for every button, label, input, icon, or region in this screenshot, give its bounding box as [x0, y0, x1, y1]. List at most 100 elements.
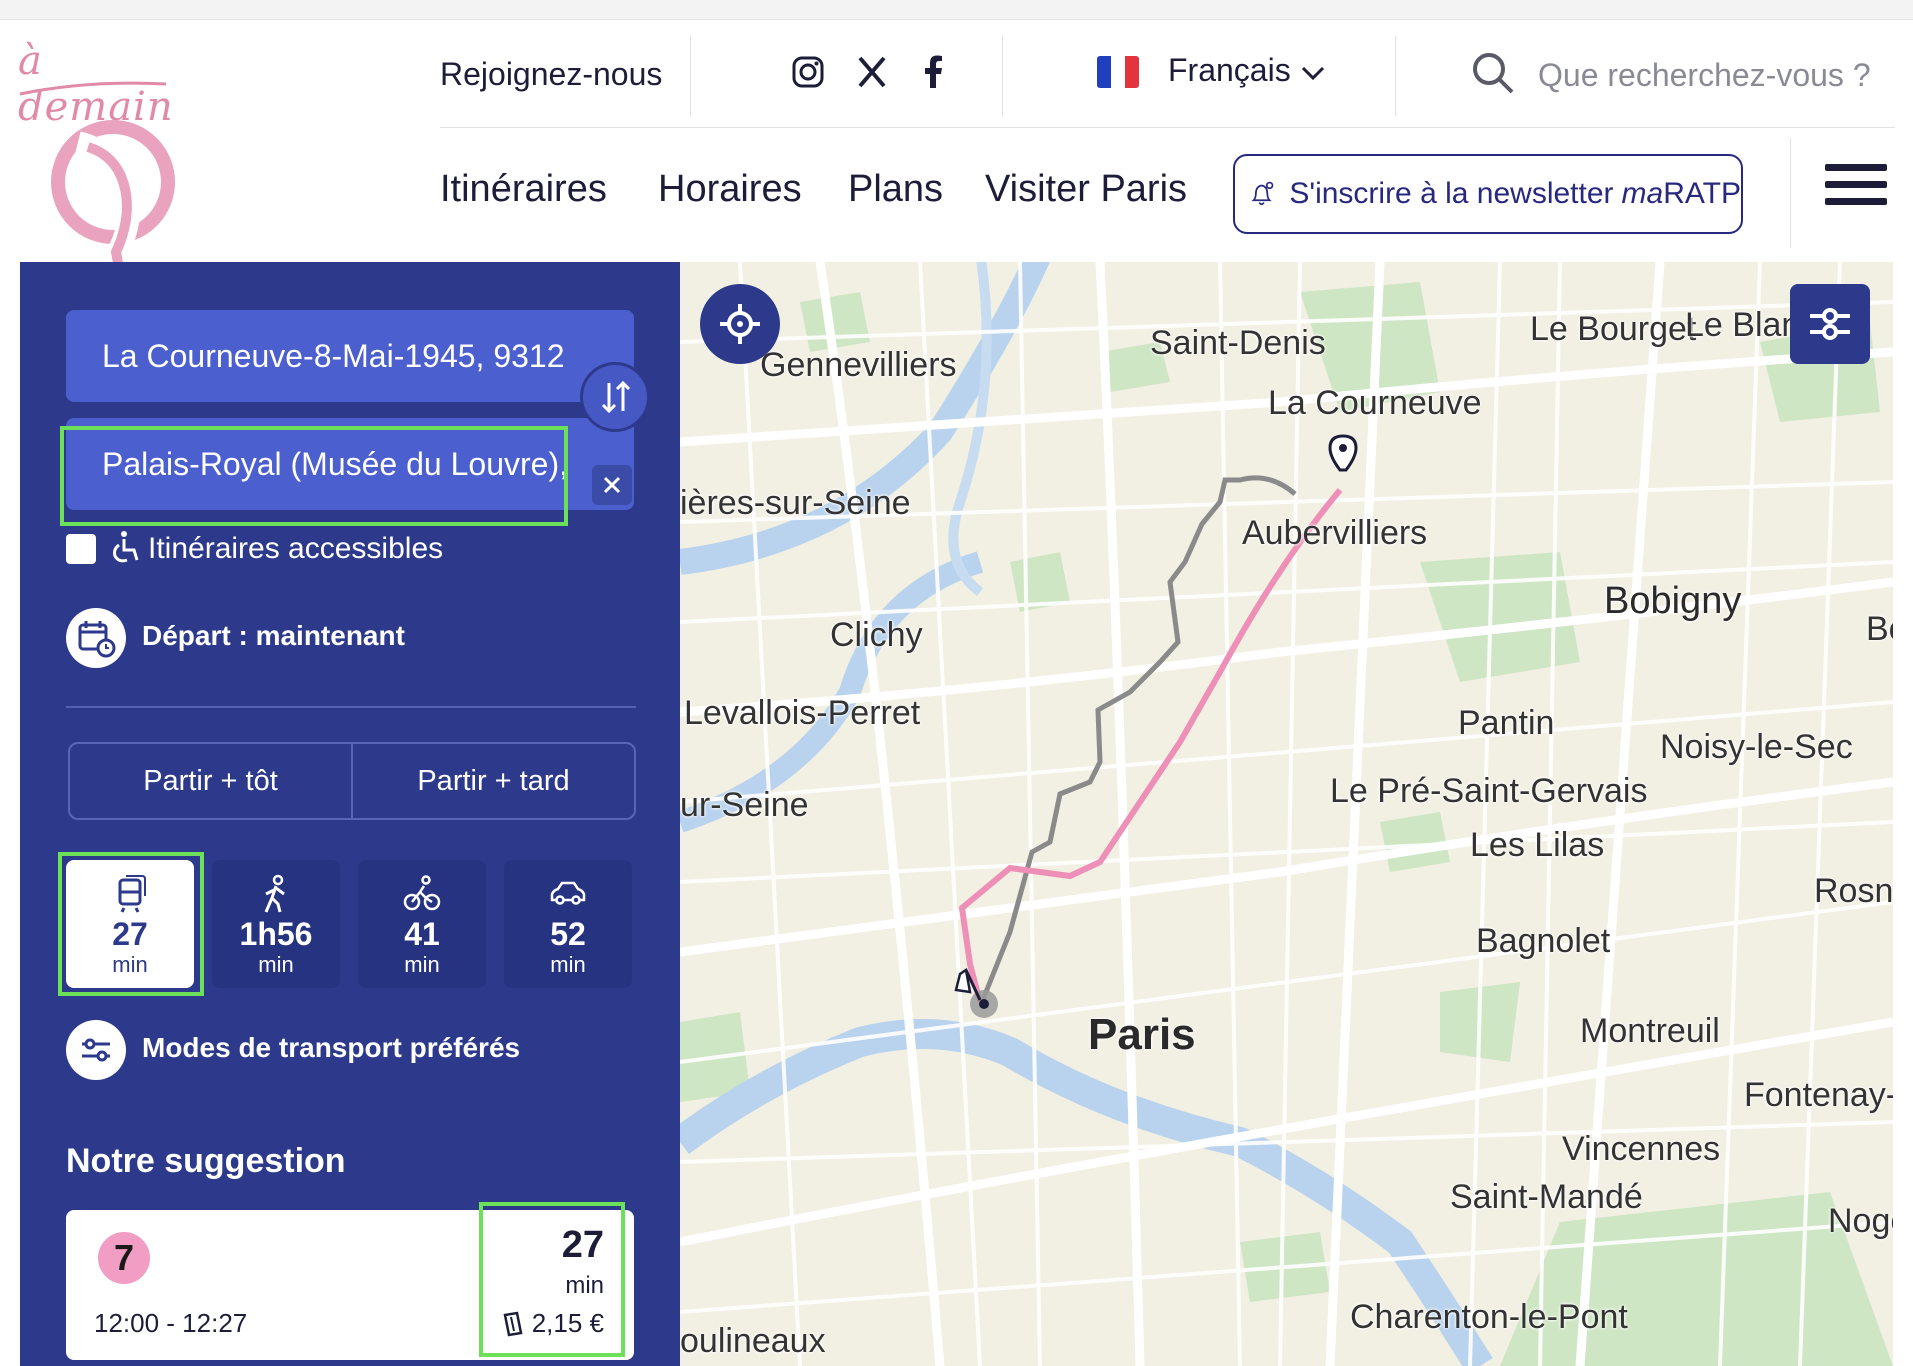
- car-icon: [550, 881, 586, 905]
- swap-button[interactable]: [580, 362, 650, 432]
- map[interactable]: Gennevilliers Saint-Denis Le Bourget Le …: [680, 262, 1893, 1366]
- nav-horaires[interactable]: Horaires: [658, 168, 802, 211]
- map-label: Bagnolet: [1476, 922, 1611, 960]
- browser-top-strip: [0, 0, 1913, 20]
- mode-car[interactable]: 52 min: [504, 860, 632, 988]
- nav-visiter-paris[interactable]: Visiter Paris: [985, 168, 1187, 211]
- separator: [1790, 138, 1791, 248]
- newsletter-label: S'inscrire à la newsletter: [1289, 177, 1614, 210]
- search-icon[interactable]: [1470, 50, 1516, 96]
- map-label: Pantin: [1458, 704, 1555, 742]
- map-label: Aubervilliers: [1242, 514, 1428, 552]
- map-label: Clichy: [830, 616, 923, 654]
- map-filter-button[interactable]: [1790, 284, 1870, 364]
- mode-bike-unit: min: [404, 952, 440, 977]
- map-label: ur-Seine: [680, 786, 809, 824]
- logo-swoosh-icon: [19, 81, 167, 96]
- leave-later-button[interactable]: Partir + tard: [351, 744, 634, 818]
- map-label: Bo: [1866, 610, 1893, 648]
- facebook-icon[interactable]: [912, 52, 952, 92]
- transit-icon: [118, 875, 146, 913]
- suggestion-title: Notre suggestion: [66, 1142, 346, 1180]
- separator: [1395, 36, 1396, 116]
- preferred-modes-button[interactable]: [66, 1020, 126, 1080]
- map-label: Vincennes: [1562, 1130, 1721, 1168]
- mode-transit[interactable]: 27 min: [66, 860, 194, 988]
- to-field[interactable]: Palais-Royal (Musée du Louvre),: [66, 418, 634, 510]
- clear-destination-button[interactable]: [592, 465, 632, 505]
- walk-icon: [264, 874, 285, 913]
- divider: [66, 706, 636, 708]
- map-label: Les Lilas: [1470, 826, 1605, 864]
- separator: [690, 36, 691, 116]
- from-field[interactable]: La Courneuve-8-Mai-1945, 9312: [66, 310, 634, 402]
- mode-car-value: 52: [550, 916, 586, 952]
- map-label: Noisy-le-Sec: [1660, 728, 1853, 766]
- map-label: Le Pré-Saint-Gervais: [1330, 772, 1648, 810]
- map-label: Levallois-Perret: [684, 694, 921, 732]
- map-label: ières-sur-Seine: [680, 484, 911, 522]
- close-icon: [603, 476, 621, 494]
- swap-arrows-icon: [601, 380, 631, 414]
- map-label: Bobigny: [1604, 580, 1742, 622]
- utility-bar: Rejoignez-nous Français: [440, 28, 1898, 128]
- french-flag-icon: [1097, 56, 1139, 88]
- language-selector[interactable]: Français: [1168, 52, 1291, 89]
- mode-transit-value: 27: [112, 916, 148, 952]
- map-label: Montreuil: [1580, 1012, 1720, 1050]
- newsletter-brand: maRATP: [1622, 177, 1741, 211]
- start-pin-icon: [1328, 434, 1358, 472]
- map-label: Saint-Denis: [1150, 324, 1326, 362]
- mode-bike[interactable]: 41 min: [358, 860, 486, 988]
- map-label: Rosny-: [1814, 872, 1893, 910]
- suggestion-duration-unit: min: [565, 1272, 604, 1299]
- map-label: Gennevilliers: [760, 346, 957, 384]
- map-label: oulineaux: [680, 1322, 826, 1360]
- departure-label[interactable]: Départ : maintenant: [142, 620, 405, 652]
- map-label: Charenton-le-Pont: [1350, 1298, 1628, 1336]
- metro-line-badge: 7: [98, 1232, 150, 1284]
- chevron-down-icon[interactable]: [1298, 58, 1328, 88]
- locate-me-button[interactable]: [700, 284, 780, 364]
- bike-icon: [403, 875, 441, 911]
- mode-transit-unit: min: [112, 952, 148, 977]
- search-input[interactable]: [1538, 50, 1898, 100]
- mode-car-unit: min: [550, 952, 586, 977]
- x-icon[interactable]: [852, 52, 892, 92]
- mode-walk-unit: min: [258, 952, 294, 977]
- nav-itineraires[interactable]: Itinéraires: [440, 168, 607, 211]
- sliders-icon: [82, 1038, 110, 1062]
- suggestion-card[interactable]: 7 12:00 - 12:27 27 min 2,15 €: [66, 1210, 634, 1360]
- map-label: Saint-Mandé: [1450, 1178, 1643, 1216]
- suggestion-price: 2,15 €: [500, 1308, 604, 1339]
- map-label: Noge: [1828, 1202, 1893, 1240]
- itinerary-panel: La Courneuve-8-Mai-1945, 9312 Palais-Roy…: [20, 262, 680, 1366]
- map-label: Le Bourget: [1530, 310, 1697, 348]
- accessible-checkbox[interactable]: [66, 534, 96, 564]
- map-label-paris: Paris: [1088, 1010, 1196, 1059]
- brand-ratp: RATP: [1663, 177, 1741, 210]
- departure-time-button[interactable]: [66, 608, 126, 668]
- sliders-icon: [1810, 308, 1850, 340]
- suggestion-duration: 27: [561, 1224, 604, 1266]
- map-canvas[interactable]: [680, 262, 1893, 1366]
- join-us-link[interactable]: Rejoignez-nous: [440, 56, 662, 93]
- leave-earlier-button[interactable]: Partir + tôt: [70, 744, 351, 818]
- hamburger-menu-icon[interactable]: [1825, 164, 1887, 208]
- nav-plans[interactable]: Plans: [848, 168, 943, 211]
- suggestion-price-value: 2,15 €: [531, 1308, 604, 1338]
- wheelchair-icon: [113, 531, 139, 563]
- separator: [1002, 36, 1003, 116]
- accessible-label: Itinéraires accessibles: [148, 532, 444, 565]
- map-label: La Courneuve: [1268, 384, 1482, 422]
- mode-walk[interactable]: 1h56 min: [212, 860, 340, 988]
- logo[interactable]: à demain: [18, 38, 178, 280]
- suggestion-time-range: 12:00 - 12:27: [94, 1308, 248, 1338]
- brand-ma: ma: [1621, 177, 1664, 210]
- preferred-modes-label[interactable]: Modes de transport préférés: [142, 1032, 520, 1064]
- departure-shift-toggle: Partir + tôt Partir + tard: [68, 742, 636, 820]
- mode-walk-value: 1h56: [239, 916, 313, 952]
- newsletter-button[interactable]: S'inscrire à la newsletter maRATP: [1233, 154, 1743, 234]
- ratp-logo-icon: [51, 120, 175, 280]
- instagram-icon[interactable]: [788, 52, 828, 92]
